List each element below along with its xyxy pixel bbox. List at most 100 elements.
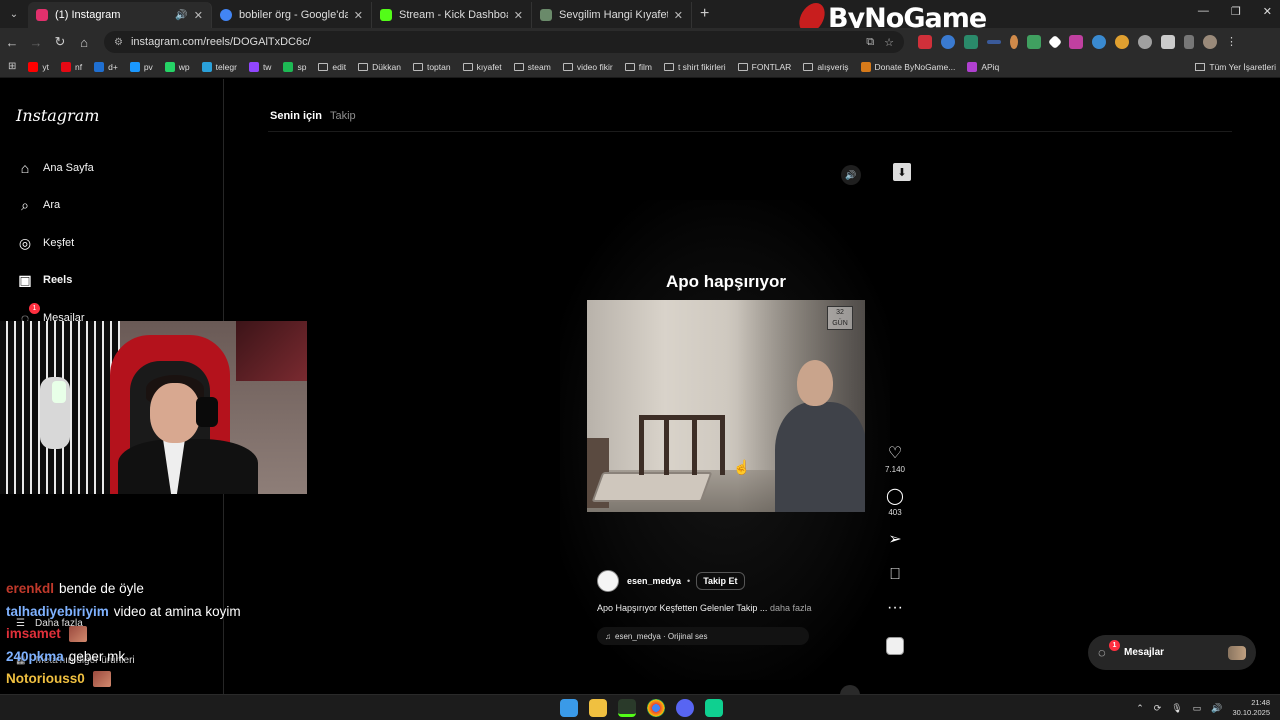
like-button[interactable]: ♡ 7.140 [882,446,908,475]
extension-icon[interactable] [941,35,955,49]
sidebar-item-home[interactable]: ⌂ Ana Sayfa [16,159,94,177]
chat-username[interactable]: 240pkma [6,646,64,669]
bookmark-item[interactable]: alışveriş [803,62,849,72]
mic-icon[interactable]: 🎙 [1171,703,1182,714]
minimize-icon[interactable]: — [1198,5,1209,18]
bookmark-item[interactable]: FONTLAR [737,62,791,72]
volume-tray-icon[interactable]: 🔊 [1211,703,1222,714]
chat-username[interactable]: Notoriouss0 [6,668,85,691]
download-icon[interactable]: ⬇ [893,163,911,181]
audio-link[interactable]: ♫ esen_medya · Orijinal ses [597,627,809,645]
more-options-button[interactable]: ··· [882,600,908,616]
restore-icon[interactable]: ❐ [1231,5,1241,18]
chat-username[interactable]: erenkdl [6,578,54,601]
extensions-puzzle-icon[interactable] [1161,35,1175,49]
bookmark-item[interactable]: d+ [94,61,118,72]
bookmark-item[interactable]: wp [164,61,190,72]
tab-kick[interactable]: Stream - Kick Dashboard ✕ [372,2,532,28]
extension-icon[interactable] [987,40,1001,44]
tab-close-icon[interactable]: ✕ [514,9,523,22]
chat-username[interactable]: imsamet [6,623,61,646]
all-bookmarks[interactable]: Tüm Yer İşaretleri [1195,56,1276,78]
bookmark-item[interactable]: video fikir [562,62,613,72]
reels-feed-tabs: Senin için Takip [270,110,356,122]
forward-icon[interactable]: → [24,35,48,50]
sync-icon[interactable]: ⟳ [1154,703,1162,714]
extension-icon[interactable] [1115,35,1129,49]
apps-grid-icon[interactable]: ⊞ [8,61,16,72]
chat-username[interactable]: talhadiyebiriyim [6,601,109,624]
app-icon[interactable] [705,699,723,717]
bookmark-item[interactable]: telegr [201,61,237,72]
caption-more-link[interactable]: daha fazla [770,603,812,613]
bookmark-item[interactable]: tw [248,61,271,72]
extension-icon[interactable] [1047,34,1063,50]
tab-for-you[interactable]: Senin için [270,110,322,122]
network-icon[interactable]: ▭ [1193,703,1202,714]
close-window-icon[interactable]: ✕ [1263,5,1272,18]
tab-close-icon[interactable]: ✕ [674,9,683,22]
tray-chevron-icon[interactable]: ⌃ [1136,703,1144,714]
sidebar-item-reels[interactable]: ▣ Reels [16,271,72,289]
install-app-icon[interactable]: ⧉ [866,36,874,49]
bookmark-item[interactable]: steam [513,62,551,72]
adblock-extension-icon[interactable] [918,35,932,49]
messages-floating-button[interactable]: ◌ 1 Mesajlar [1088,635,1256,670]
back-icon[interactable]: ← [0,35,24,50]
bookmark-item[interactable]: edit [318,62,346,72]
bookmark-item[interactable]: yt [28,61,49,72]
recent-contacts-avatars [1228,645,1246,660]
kick-app-icon[interactable] [618,699,636,717]
new-tab-button[interactable]: + [700,5,709,23]
volume-icon[interactable]: 🔊 [841,165,861,185]
follow-button[interactable]: Takip Et [696,572,745,590]
discord-icon[interactable] [676,699,694,717]
chrome-icon[interactable] [647,699,665,717]
save-button[interactable]: ⎕ [882,567,908,583]
bookmark-star-icon[interactable]: ☆ [884,36,894,49]
bookmark-item[interactable]: t shirt fikirleri [663,62,726,72]
extension-icon[interactable] [964,35,978,49]
sidebar-item-explore[interactable]: ◎ Keşfet [16,234,74,252]
bookmark-item[interactable]: Donate ByNoGame... [860,61,955,72]
bookmark-item[interactable]: pv [129,61,153,72]
extension-icon[interactable] [1010,35,1018,49]
comment-button[interactable]: ◯ 403 [882,489,908,518]
bookmark-item[interactable]: kıyafet [462,62,502,72]
share-button[interactable]: ➢ [882,532,908,548]
instagram-logo[interactable]: Instagram [16,106,99,125]
bookmark-item[interactable]: APiq [967,61,999,72]
author-avatar[interactable] [597,570,619,592]
tab-close-icon[interactable]: ✕ [194,9,203,22]
profile-avatar-icon[interactable] [1203,35,1217,49]
extension-icon[interactable] [1027,35,1041,49]
bookmark-item[interactable]: Dükkan [358,62,401,72]
reel-video[interactable]: 32 GÜN [587,300,865,512]
bookmark-item[interactable]: nf [61,61,82,72]
tab-google[interactable]: bobiler örg - Google'da Ara ✕ [212,2,372,28]
more-menu-icon[interactable]: ⋮ [1226,35,1237,49]
reload-icon[interactable]: ↻ [48,34,72,50]
bookmark-item[interactable]: sp [283,61,306,72]
extension-icon[interactable] [1069,35,1083,49]
extension-icon[interactable] [1138,35,1152,49]
tab-sevgilim[interactable]: Sevgilim Hangi Kıyafeti Dışarda ✕ [532,2,692,28]
tab-following[interactable]: Takip [330,110,356,122]
tab-close-icon[interactable]: ✕ [354,9,363,22]
site-info-icon[interactable]: ⚙ [114,37,123,48]
tab-audio-icon[interactable]: 🔊 [175,10,187,21]
bookmark-item[interactable]: film [624,62,652,72]
extension-icon[interactable] [1092,35,1106,49]
file-explorer-icon[interactable] [589,699,607,717]
tab-search-button[interactable]: ⌄ [4,4,24,24]
author-name[interactable]: esen_medya [627,576,681,586]
tab-instagram[interactable]: (1) Instagram 🔊 ✕ [28,2,212,28]
audio-thumbnail[interactable] [886,637,904,655]
sidebar-item-search[interactable]: ⌕ Ara [16,196,60,214]
clock[interactable]: 21:48 30.10.2025 [1232,698,1270,718]
media-control-icon[interactable] [1184,35,1194,49]
bookmark-item[interactable]: toptan [412,62,451,72]
home-icon[interactable]: ⌂ [72,35,96,50]
address-bar[interactable]: ⚙ instagram.com/reels/DOGAlTxDC6c/ ⧉ ☆ [104,31,904,53]
windows-start-icon[interactable] [560,699,578,717]
